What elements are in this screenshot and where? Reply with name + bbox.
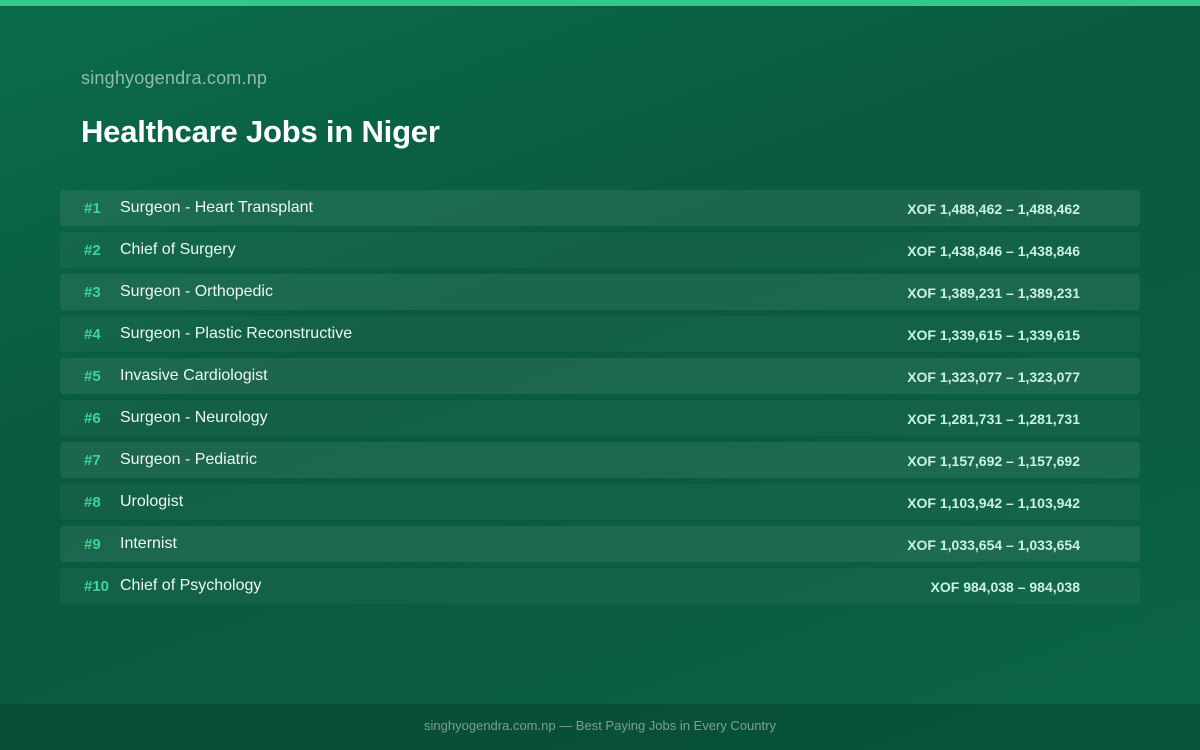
job-rank: #1 xyxy=(84,200,101,217)
job-row: #1 Surgeon - Heart Transplant XOF 1,488,… xyxy=(60,190,1140,226)
job-title: Surgeon - Neurology xyxy=(120,409,268,426)
top-accent-bar xyxy=(0,0,1200,6)
job-row: #10 Chief of Psychology XOF 984,038 – 98… xyxy=(60,568,1140,604)
job-rank: #4 xyxy=(84,326,101,343)
job-rank: #3 xyxy=(84,284,101,301)
job-title: Chief of Surgery xyxy=(120,241,236,258)
job-salary: XOF 1,157,692 – 1,157,692 xyxy=(907,453,1080,469)
job-title: Internist xyxy=(120,535,177,552)
job-title: Surgeon - Heart Transplant xyxy=(120,199,313,216)
site-name: singhyogendra.com.np xyxy=(81,68,268,88)
job-rank: #5 xyxy=(84,368,101,385)
job-salary: XOF 1,033,654 – 1,033,654 xyxy=(907,537,1080,553)
job-row: #5 Invasive Cardiologist XOF 1,323,077 –… xyxy=(60,358,1140,394)
job-title: Invasive Cardiologist xyxy=(120,367,268,384)
job-row: #6 Surgeon - Neurology XOF 1,281,731 – 1… xyxy=(60,400,1140,436)
job-salary: XOF 984,038 – 984,038 xyxy=(930,579,1080,595)
job-rank: #6 xyxy=(84,410,101,427)
job-salary: XOF 1,438,846 – 1,438,846 xyxy=(907,243,1080,259)
job-salary: XOF 1,323,077 – 1,323,077 xyxy=(907,369,1080,385)
job-row: #7 Surgeon - Pediatric XOF 1,157,692 – 1… xyxy=(60,442,1140,478)
job-salary: XOF 1,488,462 – 1,488,462 xyxy=(907,201,1080,217)
job-rank: #2 xyxy=(84,242,101,259)
page-title: Healthcare Jobs in Niger xyxy=(81,114,440,149)
job-rank: #10 xyxy=(84,578,110,595)
job-row: #8 Urologist XOF 1,103,942 – 1,103,942 xyxy=(60,484,1140,520)
job-title: Urologist xyxy=(120,493,184,510)
job-title: Surgeon - Plastic Reconstructive xyxy=(120,325,353,342)
job-rank: #9 xyxy=(84,536,101,553)
job-title: Chief of Psychology xyxy=(120,577,262,594)
job-salary: XOF 1,281,731 – 1,281,731 xyxy=(907,411,1080,427)
job-title: Surgeon - Pediatric xyxy=(120,451,257,468)
job-salary: XOF 1,339,615 – 1,339,615 xyxy=(907,327,1080,343)
job-rank: #7 xyxy=(84,452,101,469)
job-row: #4 Surgeon - Plastic Reconstructive XOF … xyxy=(60,316,1140,352)
job-row: #9 Internist XOF 1,033,654 – 1,033,654 xyxy=(60,526,1140,562)
job-row: #3 Surgeon - Orthopedic XOF 1,389,231 – … xyxy=(60,274,1140,310)
job-salary: XOF 1,389,231 – 1,389,231 xyxy=(907,285,1080,301)
job-list: #1 Surgeon - Heart Transplant XOF 1,488,… xyxy=(60,190,1140,610)
footer: singhyogendra.com.np — Best Paying Jobs … xyxy=(0,704,1200,750)
job-title: Surgeon - Orthopedic xyxy=(120,283,273,300)
job-salary: XOF 1,103,942 – 1,103,942 xyxy=(907,495,1080,511)
job-row: #2 Chief of Surgery XOF 1,438,846 – 1,43… xyxy=(60,232,1140,268)
job-rank: #8 xyxy=(84,494,101,511)
